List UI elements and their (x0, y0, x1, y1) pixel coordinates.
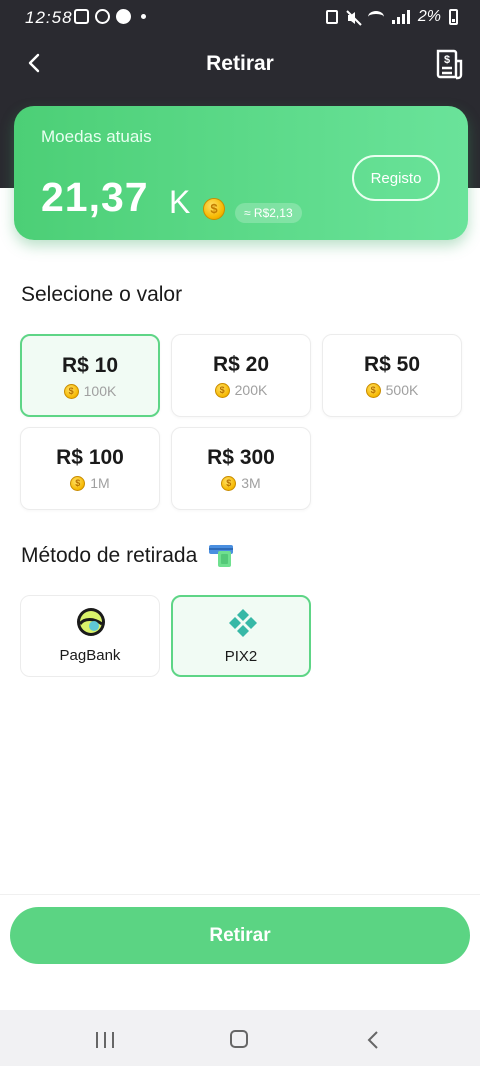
withdraw-method-title: Método de retirada (21, 542, 235, 570)
value-option-10[interactable]: R$ 10 100K (20, 334, 160, 417)
coin-icon (63, 383, 79, 399)
statement-document-icon: $ (436, 49, 463, 80)
coin-icon (365, 382, 381, 398)
account-icon (116, 9, 131, 24)
value-amount: R$ 100 (56, 446, 124, 469)
status-system-icons: 2% (325, 8, 458, 26)
coin-icon (203, 198, 225, 220)
home-icon[interactable] (230, 1030, 248, 1048)
value-option-50[interactable]: R$ 50 500K (322, 334, 462, 417)
bottom-divider (0, 894, 480, 895)
pix-logo-icon (229, 609, 257, 637)
method-pix2[interactable]: PIX2 (171, 595, 311, 677)
status-time: 12:58 (25, 8, 73, 27)
value-amount: R$ 50 (363, 353, 421, 376)
value-coins-label: 100K (83, 383, 117, 399)
coin-icon (214, 382, 230, 398)
mute-icon (346, 10, 362, 26)
value-coins: 1M (21, 475, 159, 491)
value-coins: 200K (172, 382, 310, 398)
coins-value: 21,37 (41, 174, 149, 220)
value-coins: 500K (323, 382, 461, 398)
cash-card-icon (207, 542, 235, 570)
value-amount: R$ 20 (212, 353, 270, 376)
top-navigation: Retirar $ (0, 36, 480, 92)
current-coins-card: Moedas atuais 21,37 K ≈ R$2,13 Registo (14, 106, 468, 240)
battery-icon (449, 9, 458, 25)
more-notifications-dot-icon (141, 14, 146, 19)
battery-percent: 2% (417, 8, 441, 25)
coins-label: Moedas atuais (41, 127, 152, 146)
value-amount: R$ 300 (207, 446, 275, 469)
statement-button[interactable]: $ (434, 48, 464, 80)
history-button[interactable]: Registo (352, 155, 440, 201)
value-coins-label: 200K (234, 382, 268, 398)
system-navigation-bar (0, 1010, 480, 1066)
svg-text:$: $ (444, 54, 450, 66)
coin-icon (70, 475, 86, 491)
method-name: PIX2 (224, 648, 258, 665)
value-option-20[interactable]: R$ 20 200K (171, 334, 311, 417)
coins-unit: K (169, 184, 191, 220)
gallery-icon (74, 9, 89, 24)
value-coins: 100K (22, 383, 158, 399)
system-back-icon[interactable] (366, 1030, 382, 1050)
value-amount: R$ 10 (61, 354, 119, 377)
brl-equivalent: ≈ R$2,13 (235, 203, 302, 223)
value-coins-label: 3M (241, 475, 261, 491)
value-option-100[interactable]: R$ 100 1M (20, 427, 160, 510)
value-coins: 3M (172, 475, 310, 491)
recent-apps-icon[interactable] (96, 1032, 114, 1048)
value-option-300[interactable]: R$ 300 3M (171, 427, 311, 510)
status-notification-icons (74, 9, 146, 24)
method-name: PagBank (59, 647, 121, 664)
method-pagbank[interactable]: PagBank (20, 595, 160, 677)
whatsapp-icon (95, 9, 110, 24)
withdraw-button[interactable]: Retirar (10, 907, 470, 964)
status-bar: 12:58 2% (0, 0, 480, 36)
select-value-title: Selecione o valor (21, 283, 183, 306)
page-title: Retirar (206, 52, 274, 75)
coin-icon (221, 475, 237, 491)
value-coins-label: 500K (385, 382, 419, 398)
pagbank-logo-icon (77, 608, 105, 636)
alarm-icon (325, 10, 338, 24)
withdraw-method-label: Método de retirada (21, 544, 198, 567)
value-coins-label: 1M (90, 475, 110, 491)
wifi-icon (367, 11, 384, 23)
signal-icon (391, 10, 410, 24)
